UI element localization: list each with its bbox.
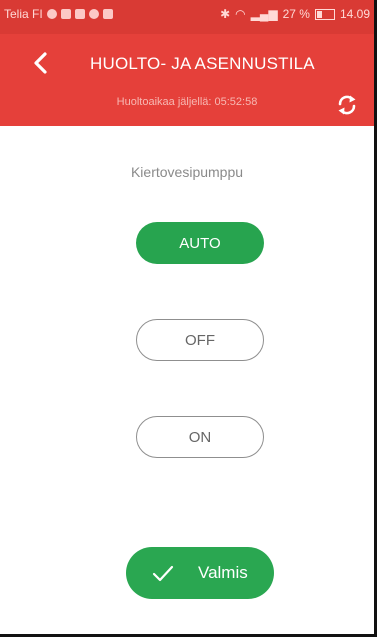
back-button[interactable] (28, 50, 52, 76)
check-icon (152, 565, 174, 582)
page-title: HUOLTO- JA ASENNUSTILA (90, 54, 315, 73)
person-notification-icon (88, 9, 99, 19)
pump-label: Kiertovesipumppu (130, 164, 244, 180)
off-button[interactable]: OFF (136, 319, 264, 361)
signal-icon: ▂▄▆ (250, 7, 278, 21)
wifi-icon: ◠ (235, 7, 246, 21)
off-label: OFF (185, 331, 215, 349)
chevron-left-icon (34, 52, 47, 74)
auto-button[interactable]: AUTO (136, 222, 264, 264)
app-header: HUOLTO- JA ASENNUSTILA Huoltoaikaa jälje… (0, 34, 374, 126)
status-left: Telia FI (4, 7, 113, 21)
battery-icon (314, 8, 335, 20)
facebook-notification-icon (74, 9, 85, 19)
battery-percent: 27 % (282, 7, 310, 21)
status-bar: Telia FI ✱ ◠ ▂▄▆ 27 % 14.09 (0, 0, 374, 34)
refresh-button[interactable] (336, 94, 358, 116)
clock: 14.09 (339, 7, 370, 21)
carrier-name: Telia FI (4, 7, 43, 21)
done-button[interactable]: Valmis (126, 547, 274, 599)
mail-notification-icon (60, 9, 71, 19)
status-right: ✱ ◠ ▂▄▆ 27 % 14.09 (220, 7, 370, 21)
pump-settings: Kiertovesipumppu AUTO OFF ON Valmis (0, 126, 374, 634)
app-screen: Telia FI ✱ ◠ ▂▄▆ 27 % 14.09 HUOLTO- JA A… (0, 0, 377, 637)
done-label: Valmis (198, 563, 248, 582)
on-label: ON (188, 428, 212, 446)
service-time-remaining: Huoltoaikaa jäljellä: 05:52:58 (116, 96, 258, 108)
on-button[interactable]: ON (136, 416, 264, 458)
auto-label: AUTO (179, 234, 221, 252)
heart-notification-icon (46, 9, 57, 19)
bluetooth-icon: ✱ (220, 7, 231, 21)
refresh-icon (338, 95, 356, 115)
image-notification-icon (102, 9, 113, 19)
